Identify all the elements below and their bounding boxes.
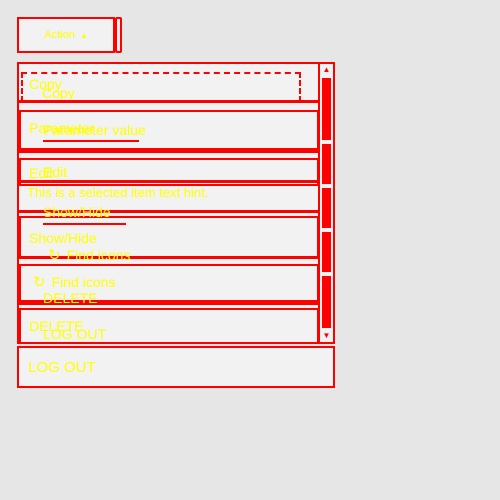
logout-button[interactable]: LOG OUT (17, 346, 335, 388)
menu-item-copy[interactable]: Copy Copy (19, 66, 319, 104)
menu-item-find-icons-label: Find icons (51, 274, 116, 290)
scrollbar-segment (322, 276, 331, 328)
parameter-underline (43, 140, 139, 142)
menu-divider (19, 150, 319, 153)
logout-label: LOG OUT (28, 358, 96, 376)
menu-item-show-hide-label: Show/Hide (29, 230, 97, 246)
selected-note-text: This is a selected item text hint. (27, 185, 209, 200)
action-button[interactable]: Action ▲ (17, 17, 115, 53)
delete-ghost: DELETE (43, 290, 98, 306)
menu-items-layer: Copy Copy Parameter Parameter value Edit… (19, 64, 319, 342)
action-split-handle[interactable] (115, 17, 122, 53)
show-hide-underline (43, 223, 126, 225)
refresh-icon: ↻ (33, 274, 46, 291)
scrollbar-segment (322, 188, 331, 228)
caret-up-icon: ▲ (79, 30, 88, 40)
scrollbar-thumb[interactable] (322, 78, 331, 140)
scroll-up-icon[interactable]: ▲ (320, 64, 333, 76)
menu-divider (19, 100, 319, 103)
refresh-icon: ↻ (48, 247, 61, 264)
action-menu-screen: Action ▲ Copy Copy Parameter Parameter v… (0, 0, 500, 500)
menu-item-copy-ghost: Copy (42, 85, 75, 101)
parameter-value-ghost: Parameter value (43, 122, 146, 138)
menu-item-find-icons-label-wrap: ↻ Find icons (33, 273, 115, 291)
menu-item-delete[interactable]: DELETE DELETE LOG OUT (19, 290, 319, 342)
find-icons-ghost-label: Find icons (66, 247, 131, 263)
scrollbar-segment (322, 144, 331, 184)
action-button-label: Action (44, 29, 75, 41)
menu-item-parameter[interactable]: Parameter Parameter value (19, 110, 319, 150)
scroll-down-icon[interactable]: ▼ (320, 330, 333, 342)
edit-ghost: Edit (43, 164, 68, 180)
logout-ghost: LOG OUT (43, 326, 107, 342)
action-menu-list: Copy Copy Parameter Parameter value Edit… (17, 62, 335, 344)
menu-scrollbar[interactable]: ▲ ▼ (318, 62, 335, 344)
show-hide-ghost: Show/Hide (43, 204, 111, 220)
scrollbar-segment (322, 232, 331, 272)
menu-divider (19, 180, 319, 183)
find-icons-ghost: ↻ Find icons (48, 246, 130, 264)
